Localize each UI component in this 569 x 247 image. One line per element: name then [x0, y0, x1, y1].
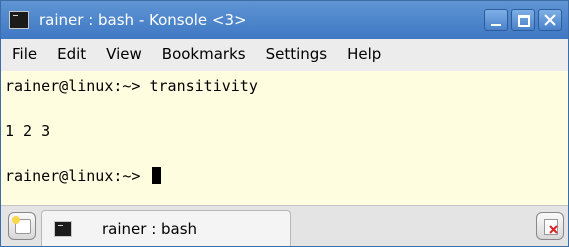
menu-file[interactable]: File [12, 45, 37, 63]
menu-bookmarks[interactable]: Bookmarks [162, 45, 246, 63]
terminal-line: rainer@linux:~> transitivity [5, 77, 258, 95]
menu-bar: File Edit View Bookmarks Settings Help [1, 39, 568, 69]
text-cursor [151, 167, 161, 184]
minimize-button[interactable] [484, 9, 508, 31]
terminal-prompt: rainer@linux:~> [5, 167, 150, 185]
maximize-button[interactable] [511, 9, 535, 31]
menu-view[interactable]: View [106, 45, 142, 63]
close-tab-button[interactable] [536, 212, 564, 240]
menu-help[interactable]: Help [347, 45, 381, 63]
menu-settings[interactable]: Settings [266, 45, 328, 63]
tab-bash[interactable]: rainer : bash [41, 210, 291, 246]
close-button[interactable] [538, 9, 562, 31]
close-icon [544, 14, 556, 26]
terminal-output[interactable]: rainer@linux:~> transitivity 1 2 3 raine… [1, 71, 568, 205]
new-tab-button[interactable] [8, 212, 36, 240]
close-tab-icon [549, 225, 558, 234]
window-controls [484, 9, 562, 31]
tab-label: rainer : bash [102, 219, 198, 238]
terminal-icon[interactable] [9, 11, 29, 29]
terminal-line: 1 2 3 [5, 122, 51, 140]
terminal-prompt-line: rainer@linux:~> [5, 167, 161, 185]
menu-edit[interactable]: Edit [57, 45, 86, 63]
tab-bar: rainer : bash [1, 205, 568, 246]
window-title: rainer : bash - Konsole <3> [39, 11, 247, 29]
terminal-icon [54, 220, 72, 237]
konsole-window: rainer : bash - Konsole <3> File Edit Vi… [0, 0, 569, 247]
title-bar[interactable]: rainer : bash - Konsole <3> [1, 1, 568, 39]
